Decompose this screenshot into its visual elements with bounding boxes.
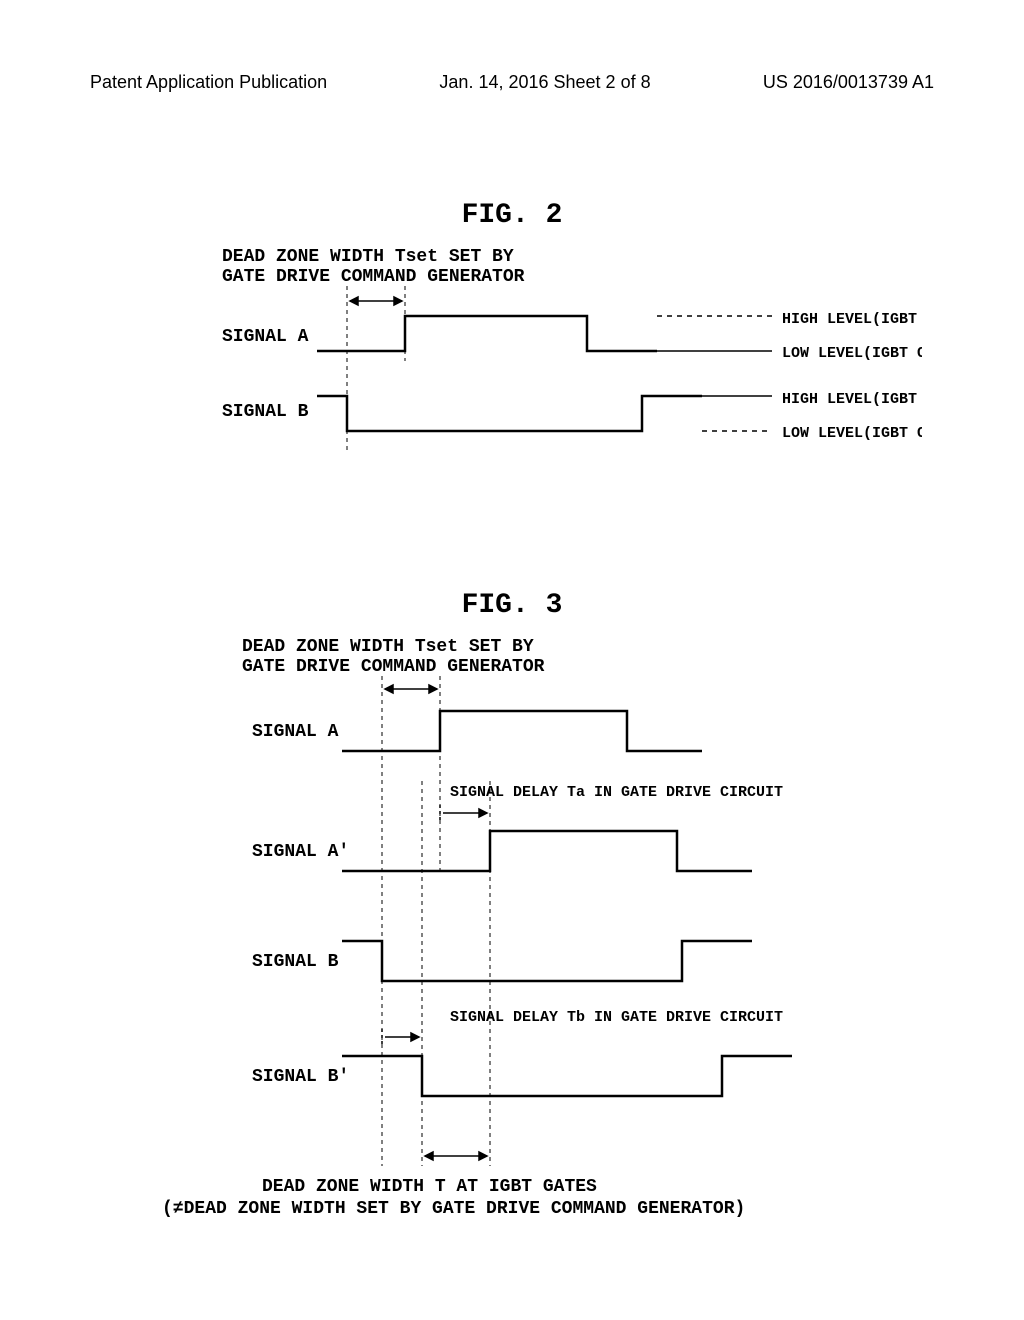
fig3-signal-a-wave: [342, 711, 702, 751]
fig3-signal-bp-wave: [342, 1056, 792, 1096]
figure-3: FIG. 3 DEAD ZONE WIDTH Tset SET BY GATE …: [0, 590, 1024, 1241]
header-center: Jan. 14, 2016 Sheet 2 of 8: [439, 72, 650, 93]
fig3-tset-arrow: [385, 685, 437, 693]
fig3-signal-bp-label: SIGNAL B': [252, 1067, 349, 1087]
fig3-title: FIG. 3: [0, 590, 1024, 621]
fig3-signal-a-label: SIGNAL A: [252, 722, 339, 742]
figure-2: FIG. 2 DEAD ZONE WIDTH Tset SET BY GATE …: [0, 200, 1024, 491]
fig3-t-arrow: [425, 1152, 487, 1160]
fig3-signal-ap-wave: [342, 831, 752, 871]
fig3-caption2: GATE DRIVE COMMAND GENERATOR: [242, 657, 545, 677]
fig3-delay-ta: SIGNAL DELAY Ta IN GATE DRIVE CIRCUIT: [450, 784, 783, 801]
fig3-signal-b-label: SIGNAL B: [252, 952, 339, 972]
fig2-caption1: DEAD ZONE WIDTH Tset SET BY: [222, 247, 514, 267]
fig3-tb-arrow: [382, 1029, 419, 1045]
page-header: Patent Application Publication Jan. 14, …: [0, 72, 1024, 93]
fig3-bottom1: DEAD ZONE WIDTH T AT IGBT GATES: [262, 1177, 597, 1197]
header-right: US 2016/0013739 A1: [763, 72, 934, 93]
header-left: Patent Application Publication: [90, 72, 327, 93]
fig3-caption1: DEAD ZONE WIDTH Tset SET BY: [242, 637, 534, 657]
fig2-high-label-b: HIGH LEVEL(IGBT ON): [782, 391, 922, 408]
fig2-low-label-b: LOW LEVEL(IGBT OFF): [782, 425, 922, 442]
fig2-signal-b-label: SIGNAL B: [222, 402, 309, 422]
fig2-signal-b-wave: [317, 396, 702, 431]
fig3-svg: DEAD ZONE WIDTH Tset SET BY GATE DRIVE C…: [72, 621, 952, 1241]
fig2-svg: DEAD ZONE WIDTH Tset SET BY GATE DRIVE C…: [102, 231, 922, 491]
fig2-signal-a-label: SIGNAL A: [222, 327, 309, 347]
fig2-low-label-a: LOW LEVEL(IGBT OFF): [782, 345, 922, 362]
fig2-caption2: GATE DRIVE COMMAND GENERATOR: [222, 267, 525, 287]
fig3-delay-tb: SIGNAL DELAY Tb IN GATE DRIVE CIRCUIT: [450, 1009, 783, 1026]
fig3-signal-ap-label: SIGNAL A': [252, 842, 349, 862]
fig3-ta-arrow: [440, 805, 487, 821]
fig2-signal-a-wave: [317, 316, 657, 351]
fig3-bottom2: (≠DEAD ZONE WIDTH SET BY GATE DRIVE COMM…: [162, 1199, 745, 1219]
fig2-high-label-a: HIGH LEVEL(IGBT ON): [782, 311, 922, 328]
fig2-deadzone-arrow: [350, 297, 402, 305]
fig2-title: FIG. 2: [0, 200, 1024, 231]
fig3-signal-b-wave: [342, 941, 752, 981]
